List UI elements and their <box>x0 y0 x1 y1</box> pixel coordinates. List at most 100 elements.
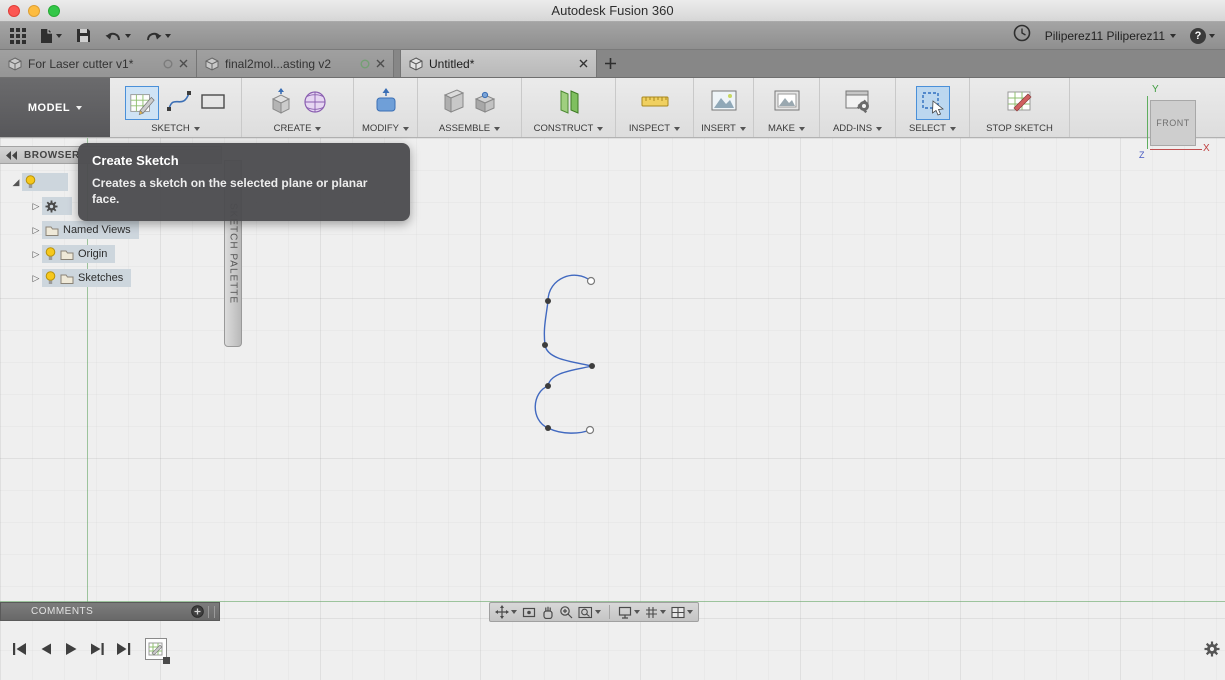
tab-label: final2mol...asting v2 <box>225 56 332 71</box>
disclosure-collapsed-icon[interactable]: ▷ <box>30 225 42 236</box>
zoom-window-button[interactable] <box>48 5 60 17</box>
make-button[interactable] <box>773 88 801 119</box>
modify-dropdown[interactable]: MODIFY <box>362 123 409 134</box>
user-account-menu[interactable]: Piliperez11 Piliperez11 <box>1045 29 1176 43</box>
root-item-strip[interactable] <box>22 173 68 191</box>
go-to-end-button[interactable] <box>112 640 134 658</box>
press-pull-button[interactable] <box>372 87 400 120</box>
construct-plane-button[interactable] <box>554 87 584 120</box>
create-form-button[interactable] <box>301 87 329 120</box>
gear-icon <box>45 200 58 212</box>
create-sketch-button[interactable] <box>124 86 159 120</box>
browser-root-row[interactable]: ◢ <box>0 172 68 192</box>
spline-tool-button[interactable] <box>165 87 193 120</box>
disclosure-collapsed-icon[interactable]: ▷ <box>30 201 42 212</box>
step-back-button[interactable] <box>34 640 56 658</box>
select-button[interactable] <box>915 86 950 120</box>
browser-settings-row[interactable]: ▷ <box>0 196 72 216</box>
fit-button[interactable] <box>578 606 601 619</box>
spline-icon <box>166 90 191 111</box>
disclosure-expanded-icon[interactable]: ◢ <box>10 177 22 188</box>
pan-button[interactable] <box>495 605 517 619</box>
job-status-button[interactable] <box>1013 24 1031 47</box>
visibility-bulb-icon[interactable] <box>25 175 36 189</box>
add-ins-dropdown[interactable]: ADD-INS <box>833 123 883 134</box>
browser-row-origin[interactable]: ▷ Origin <box>0 244 116 264</box>
extrude-button[interactable] <box>267 87 295 120</box>
component-icon <box>443 88 464 113</box>
visibility-bulb-icon[interactable] <box>45 247 56 261</box>
create-dropdown[interactable]: CREATE <box>274 123 322 134</box>
save-button[interactable] <box>76 28 91 43</box>
user-name-label: Piliperez11 Piliperez11 <box>1044 28 1165 43</box>
ribbon-group-stop-sketch: STOP SKETCH <box>970 78 1070 137</box>
redo-icon <box>147 32 162 41</box>
visibility-bulb-icon[interactable] <box>45 271 56 285</box>
rectangle-tool-button[interactable] <box>199 87 227 120</box>
document-settings-strip[interactable] <box>42 197 72 215</box>
comments-resize-grip[interactable] <box>208 605 215 618</box>
spline-endpoints[interactable] <box>585 276 596 435</box>
minimize-window-button[interactable] <box>28 5 40 17</box>
pan-hand-button[interactable] <box>541 606 554 619</box>
sketches-strip[interactable]: Sketches <box>42 269 132 287</box>
workspace-selector[interactable]: MODEL <box>0 78 110 137</box>
close-window-button[interactable] <box>8 5 20 17</box>
measure-button[interactable] <box>640 88 670 119</box>
help-menu-button[interactable]: ? <box>1190 27 1215 44</box>
assemble-dropdown[interactable]: ASSEMBLE <box>439 123 501 134</box>
insert-button[interactable] <box>710 88 738 119</box>
apps-grid-button[interactable] <box>10 27 26 44</box>
file-menu-button[interactable] <box>40 28 62 44</box>
tab-for-laser-cutter[interactable]: For Laser cutter v1* <box>0 50 197 77</box>
inspect-dropdown[interactable]: INSPECT <box>628 123 681 134</box>
add-ins-button[interactable] <box>844 88 872 119</box>
spline-sketch-geometry[interactable] <box>518 258 648 453</box>
spline-curve[interactable] <box>534 274 593 434</box>
viewcube[interactable]: FRONT <box>1150 100 1196 146</box>
ribbon-group-insert: INSERT <box>694 78 754 137</box>
collapse-browser-icon[interactable] <box>6 150 18 160</box>
help-icon: ? <box>1190 27 1206 44</box>
look-at-button[interactable] <box>522 606 536 619</box>
insert-dropdown[interactable]: INSERT <box>701 123 746 134</box>
timeline-position-marker[interactable] <box>163 657 170 664</box>
redo-button[interactable] <box>145 29 171 42</box>
grid-snaps-button[interactable] <box>645 606 666 619</box>
viewports-button[interactable] <box>671 606 693 619</box>
browser-row-named-views[interactable]: ▷ Named Views <box>0 220 139 240</box>
ribbon-group-modify: MODIFY <box>354 78 418 137</box>
step-forward-button[interactable] <box>86 640 108 658</box>
select-dropdown[interactable]: SELECT <box>909 123 956 134</box>
go-to-start-button[interactable] <box>8 640 30 658</box>
browser-row-sketches[interactable]: ▷ Sketches <box>0 268 132 288</box>
timeline-options-button[interactable] <box>1204 641 1220 662</box>
close-tab-icon[interactable] <box>376 59 385 68</box>
joint-button[interactable] <box>473 87 499 120</box>
add-comment-icon[interactable] <box>191 605 204 618</box>
undo-button[interactable] <box>105 29 131 42</box>
disclosure-collapsed-icon[interactable]: ▷ <box>30 273 42 284</box>
titlebar: Autodesk Fusion 360 <box>0 0 1225 22</box>
play-button[interactable] <box>60 640 82 658</box>
close-tab-icon[interactable] <box>179 59 188 68</box>
close-tab-icon[interactable] <box>579 59 588 68</box>
new-component-button[interactable] <box>441 87 467 120</box>
tab-final2molding[interactable]: final2mol...asting v2 <box>197 50 394 77</box>
sketch-dropdown[interactable]: SKETCH <box>151 123 200 134</box>
display-settings-button[interactable] <box>618 606 640 619</box>
make-dropdown[interactable]: MAKE <box>768 123 805 134</box>
stop-sketch-label[interactable]: STOP SKETCH <box>986 123 1053 134</box>
disclosure-collapsed-icon[interactable]: ▷ <box>30 249 42 260</box>
new-tab-button[interactable] <box>597 50 623 77</box>
named-views-strip[interactable]: Named Views <box>42 221 139 239</box>
construct-dropdown[interactable]: CONSTRUCT <box>534 123 604 134</box>
save-status-icon <box>360 59 370 68</box>
tab-untitled[interactable]: Untitled* <box>400 50 597 77</box>
comments-bar[interactable]: COMMENTS <box>0 602 220 621</box>
group-label: INSPECT <box>628 123 671 134</box>
origin-strip[interactable]: Origin <box>42 245 116 263</box>
zoom-button[interactable] <box>559 605 573 619</box>
stop-sketch-button[interactable] <box>1006 87 1034 120</box>
window-title: Autodesk Fusion 360 <box>551 3 674 18</box>
